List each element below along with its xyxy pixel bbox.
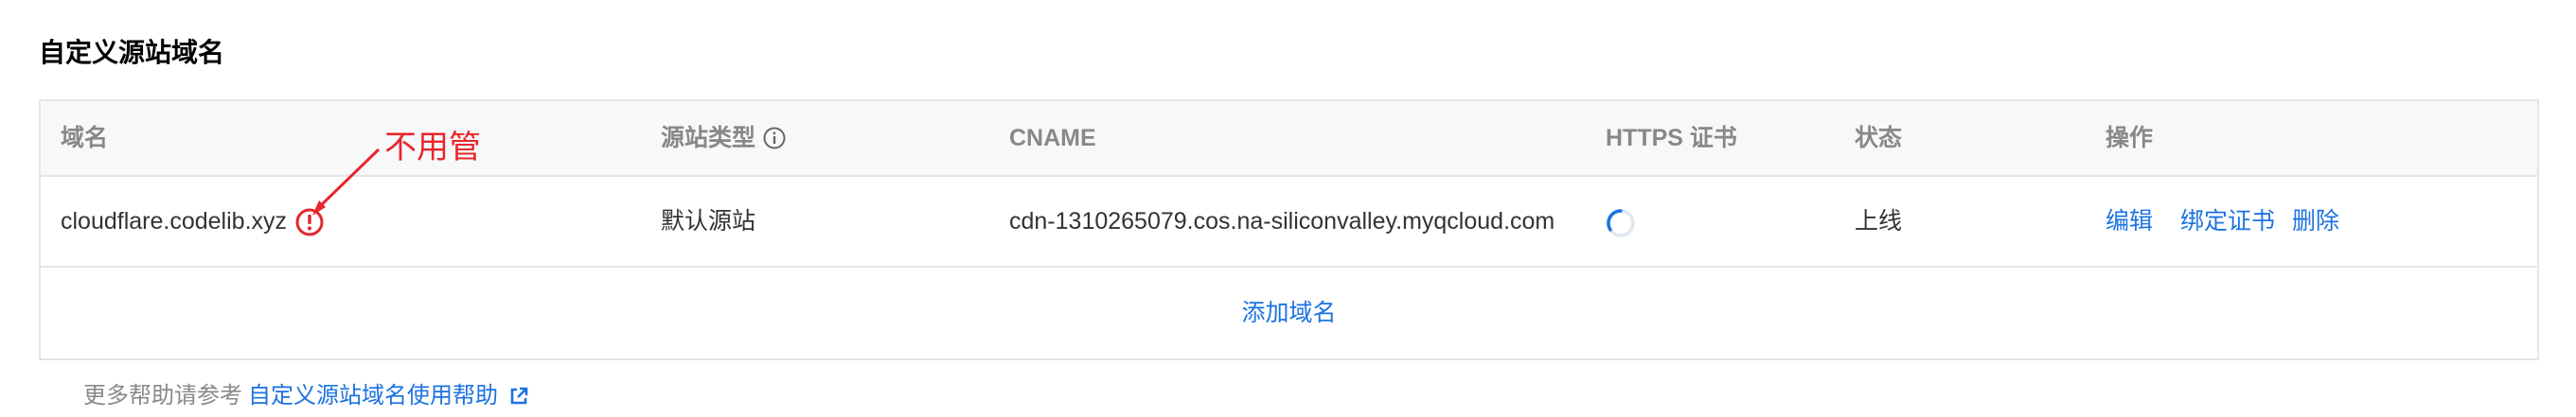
- info-circle-icon[interactable]: [763, 127, 786, 149]
- header-domain: 域名: [61, 125, 109, 151]
- row-cname: cdn-1310265079.cos.na-siliconvalley.myqc…: [1009, 208, 1555, 235]
- annotation-note: 不用管: [384, 130, 481, 165]
- row-domain: cloudflare.codelib.xyz: [61, 208, 288, 235]
- bind-cert-link[interactable]: 绑定证书: [2180, 177, 2275, 266]
- origin-domain-panel: 自定义源站域名 域名 源站类型 CNAME HTTPS 证书 状态 操作 clo…: [0, 0, 2576, 417]
- header-cname: CNAME: [1009, 125, 1096, 151]
- header-https-cert: HTTPS 证书: [1606, 125, 1737, 151]
- add-domain-button[interactable]: 添加域名: [41, 268, 2537, 358]
- exclamation-circle-icon[interactable]: [295, 208, 324, 236]
- header-origin-type: 源站类型: [661, 101, 786, 175]
- header-origin-type-label: 源站类型: [661, 125, 756, 151]
- header-actions: 操作: [2105, 125, 2154, 151]
- table-row: cloudflare.codelib.xyz 默认源站 cdn-13102650…: [41, 177, 2537, 268]
- spinner-icon: [1607, 209, 1635, 237]
- edit-link[interactable]: 编辑: [2105, 177, 2153, 266]
- delete-link[interactable]: 删除: [2292, 177, 2339, 266]
- help-line: 更多帮助请参考 自定义源站域名使用帮助: [83, 382, 528, 410]
- external-link-icon[interactable]: [509, 387, 528, 406]
- help-prefix: 更多帮助请参考: [83, 383, 242, 408]
- help-link[interactable]: 自定义源站域名使用帮助: [248, 383, 498, 408]
- header-status: 状态: [1855, 125, 1903, 151]
- row-origin-type: 默认源站: [661, 208, 756, 235]
- row-status: 上线: [1855, 208, 1903, 235]
- section-title: 自定义源站域名: [39, 38, 225, 67]
